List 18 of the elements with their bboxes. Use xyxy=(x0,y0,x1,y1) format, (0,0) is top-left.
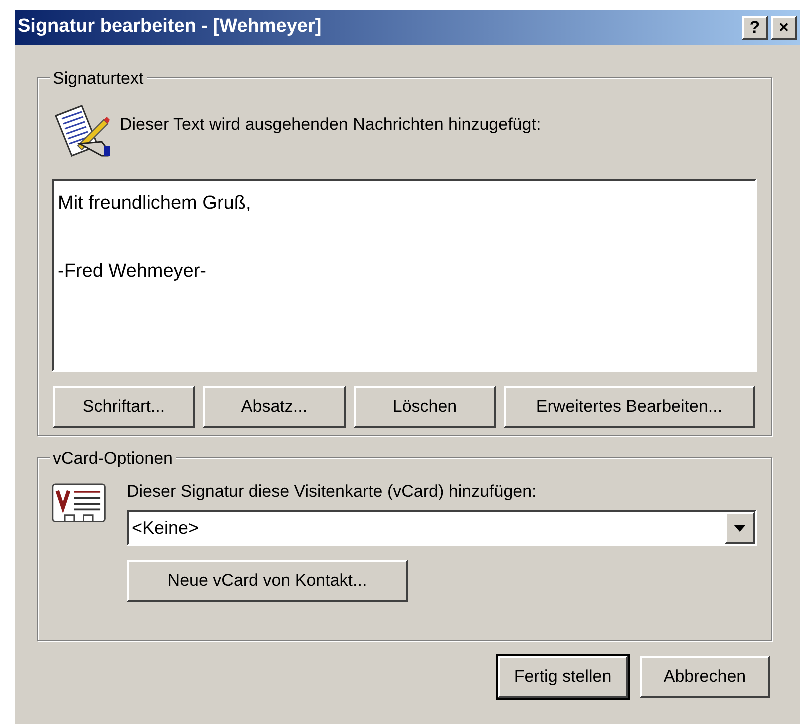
dropdown-value: <Keine> xyxy=(131,516,200,540)
vcard-dropdown[interactable]: <Keine> xyxy=(127,510,757,546)
close-button[interactable]: × xyxy=(771,16,797,40)
dialog-button[interactable]: Abbrechen xyxy=(640,656,770,698)
prompt-text: Dieser Signatur diese Visitenkarte (vCard) hinzufügen: xyxy=(127,482,538,502)
help-button[interactable]: ? xyxy=(742,16,768,40)
dialog-button[interactable]: Schriftart... xyxy=(53,386,195,428)
document-pen-icon xyxy=(52,102,112,158)
dialog-button[interactable]: Löschen xyxy=(354,386,496,428)
window-title: Signatur bearbeiten - [Wehmeyer] xyxy=(18,15,322,40)
dialog-button[interactable]: Absatz... xyxy=(203,386,346,428)
prompt-text: Dieser Text wird ausgehenden Nachrichten hinzugefügt: xyxy=(120,114,542,136)
text-line: Mit freundlichem Gruß, xyxy=(58,192,252,216)
text-line: -Fred Wehmeyer- xyxy=(58,260,207,284)
dialog-button[interactable]: Neue vCard von Kontakt... xyxy=(127,560,408,602)
signature-text-area[interactable]: Mit freundlichem Gruß, -Fred Wehmeyer- xyxy=(52,179,757,372)
dialog-button[interactable]: Fertig stellen xyxy=(498,656,628,698)
dialog-button[interactable]: Erweitertes Bearbeiten... xyxy=(504,386,755,428)
